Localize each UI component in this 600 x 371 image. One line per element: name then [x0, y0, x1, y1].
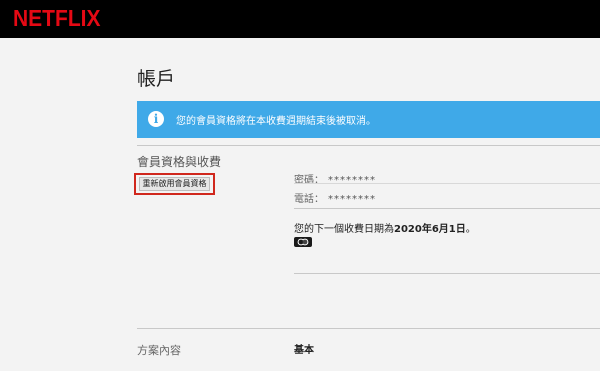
phone-row: 電話： ********: [294, 190, 376, 205]
row-divider: [294, 208, 600, 209]
restart-membership-button[interactable]: 重新啟用會員資格: [139, 177, 210, 191]
plan-divider: [137, 328, 600, 329]
next-billing-text: 您的下一個收費日期為2020年6月1日。: [294, 220, 476, 235]
banner-message: 您的會員資格將在本收費週期結束後被取消。: [176, 116, 376, 127]
phone-label: 電話：: [294, 194, 324, 205]
password-label: 密碼：: [294, 175, 324, 186]
password-value: ********: [328, 175, 376, 186]
cancellation-banner: i 您的會員資格將在本收費週期結束後被取消。: [137, 101, 600, 138]
netflix-logo[interactable]: NETFLIX: [13, 6, 101, 33]
plan-details-value: 基本: [294, 345, 314, 356]
row-divider: [294, 183, 600, 184]
info-icon: i: [148, 111, 164, 127]
plan-details-label: 方案內容: [137, 344, 181, 357]
section-end-divider: [294, 273, 600, 274]
membership-section-title: 會員資格與收費: [137, 155, 222, 169]
phone-value: ********: [328, 194, 376, 205]
top-navigation-bar: NETFLIX: [0, 0, 600, 38]
next-billing-suffix: 。: [465, 224, 476, 235]
next-billing-date: 2020年6月1日: [394, 224, 466, 235]
page-title: 帳戶: [137, 68, 176, 90]
next-billing-prefix: 您的下一個收費日期為: [294, 224, 394, 235]
mastercard-icon: [294, 237, 312, 247]
section-divider: [137, 145, 600, 146]
